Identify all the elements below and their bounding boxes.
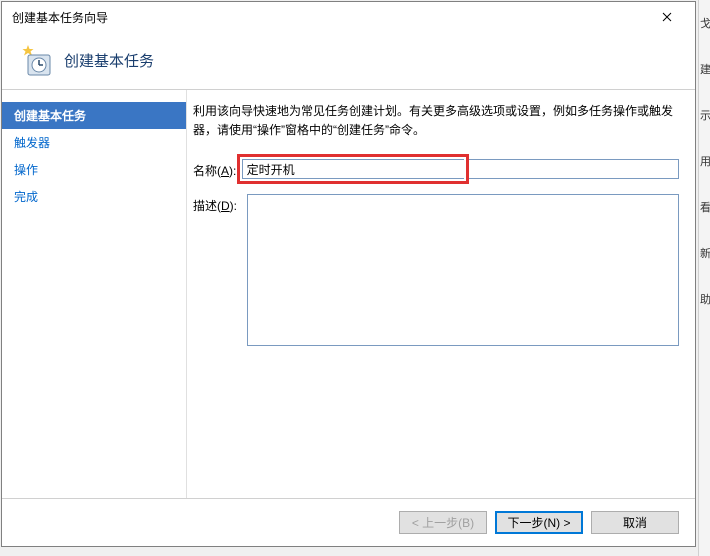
desc-textarea[interactable] xyxy=(247,194,679,346)
name-row: 名称(A): xyxy=(193,154,679,184)
close-button[interactable] xyxy=(647,3,687,31)
button-bar: < 上一步(B) 下一步(N) > 取消 xyxy=(2,498,695,546)
close-icon xyxy=(662,12,672,22)
wizard-icon xyxy=(20,45,52,77)
desc-label: 描述(D): xyxy=(193,194,247,214)
sidebar-item-create-task[interactable]: 创建基本任务 xyxy=(2,102,186,129)
sidebar-item-trigger[interactable]: 触发器 xyxy=(2,129,186,156)
wizard-dialog: 创建基本任务向导 创建基本任务 创建基本任务 触发器 操作 完成 利用该向导快速… xyxy=(1,1,696,547)
cancel-button[interactable]: 取消 xyxy=(591,511,679,534)
header-area: 创建基本任务 xyxy=(2,32,695,90)
header-title: 创建基本任务 xyxy=(64,50,154,71)
background-strip: 戈 建 示 用 看 新 助 xyxy=(698,0,710,556)
desc-row: 描述(D): xyxy=(193,194,679,346)
name-highlight-box xyxy=(237,154,469,184)
titlebar: 创建基本任务向导 xyxy=(2,2,695,32)
name-input-ext[interactable] xyxy=(466,159,679,179)
name-label: 名称(A): xyxy=(193,159,242,179)
sidebar: 创建基本任务 触发器 操作 完成 xyxy=(2,90,186,498)
content-pane: 利用该向导快速地为常见任务创建计划。有关更多高级选项或设置，例如多任务操作或触发… xyxy=(186,90,695,498)
intro-text: 利用该向导快速地为常见任务创建计划。有关更多高级选项或设置，例如多任务操作或触发… xyxy=(193,102,679,140)
back-button: < 上一步(B) xyxy=(399,511,487,534)
sidebar-item-action[interactable]: 操作 xyxy=(2,156,186,183)
next-button[interactable]: 下一步(N) > xyxy=(495,511,583,534)
name-input[interactable] xyxy=(242,159,464,179)
window-title: 创建基本任务向导 xyxy=(12,9,647,26)
body-area: 创建基本任务 触发器 操作 完成 利用该向导快速地为常见任务创建计划。有关更多高… xyxy=(2,90,695,498)
sidebar-item-finish[interactable]: 完成 xyxy=(2,183,186,210)
